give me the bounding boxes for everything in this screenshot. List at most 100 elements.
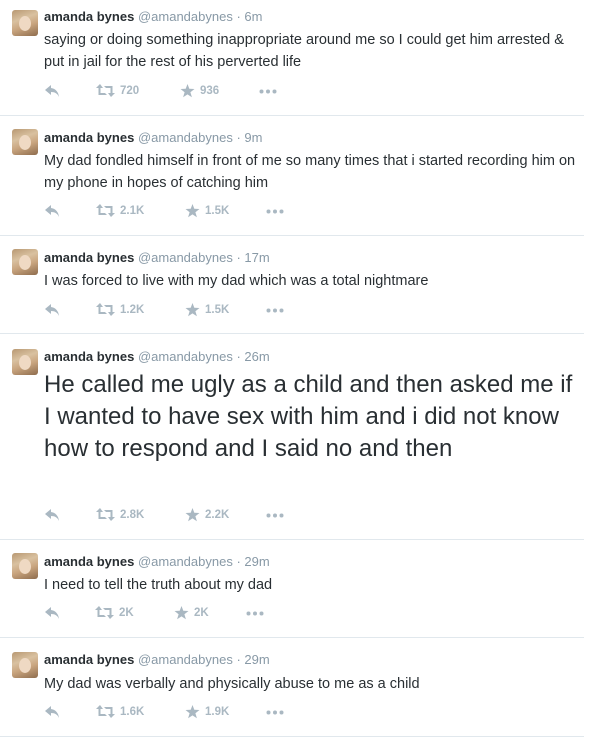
user-handle[interactable]: @amandabynes bbox=[138, 250, 233, 265]
tweet-text: I need to tell the truth about my dad bbox=[44, 577, 273, 593]
tweet-text: My dad was verbally and physically abuse… bbox=[44, 676, 420, 692]
tweet-header: amanda bynes @amandabynes · 29m bbox=[44, 553, 270, 571]
retweet-count: 1.2K bbox=[120, 303, 145, 316]
reply-button[interactable] bbox=[44, 303, 60, 317]
retweet-count: 2K bbox=[119, 606, 134, 619]
tweet[interactable]: amanda bynes @amandabynes · 26m He calle… bbox=[0, 334, 584, 540]
reply-button[interactable] bbox=[44, 508, 60, 522]
retweet-button[interactable]: 720 bbox=[96, 84, 139, 97]
user-handle[interactable]: @amandabynes bbox=[138, 349, 233, 364]
user-handle[interactable]: @amandabynes bbox=[138, 130, 233, 145]
favorite-button[interactable]: 2.2K bbox=[185, 508, 229, 522]
favorite-count: 2.2K bbox=[205, 509, 230, 521]
tweet[interactable]: amanda bynes @amandabynes · 9m My dad fo… bbox=[0, 116, 584, 236]
more-icon bbox=[266, 513, 284, 518]
more-icon bbox=[266, 308, 284, 313]
favorite-button[interactable]: 1.9K bbox=[185, 705, 229, 719]
favorite-button[interactable]: 1.5K bbox=[185, 303, 229, 317]
user-name[interactable]: amanda bynes bbox=[44, 250, 134, 265]
separator: · bbox=[236, 9, 241, 24]
avatar[interactable] bbox=[12, 249, 38, 275]
reply-icon bbox=[45, 85, 59, 97]
avatar[interactable] bbox=[12, 129, 38, 155]
favorite-count: 1.9K bbox=[205, 706, 230, 718]
favorite-count: 1.5K bbox=[205, 304, 230, 316]
avatar[interactable] bbox=[12, 349, 38, 375]
tweet-text: My dad fondled himself in front of me so… bbox=[44, 153, 576, 191]
retweet-icon bbox=[96, 705, 115, 718]
more-icon bbox=[259, 89, 277, 94]
tweet[interactable]: amanda bynes @amandabynes · 6m saying or… bbox=[0, 0, 584, 116]
avatar[interactable] bbox=[12, 10, 38, 36]
retweet-icon bbox=[96, 84, 115, 97]
star-icon bbox=[185, 705, 200, 719]
separator: · bbox=[236, 554, 241, 569]
separator: · bbox=[236, 652, 241, 667]
more-icon bbox=[246, 611, 264, 616]
tweet-header: amanda bynes @amandabynes · 26m bbox=[44, 348, 270, 366]
retweet-count: 720 bbox=[120, 84, 140, 97]
avatar[interactable] bbox=[12, 652, 38, 678]
tweet-timestamp[interactable]: 29m bbox=[244, 652, 269, 667]
retweet-button[interactable]: 2K bbox=[95, 606, 134, 619]
retweet-count: 2.8K bbox=[120, 508, 145, 521]
retweet-icon bbox=[96, 508, 115, 521]
retweet-icon bbox=[96, 204, 115, 217]
more-icon bbox=[266, 209, 284, 214]
tweet-timestamp[interactable]: 6m bbox=[244, 9, 262, 24]
reply-button[interactable] bbox=[44, 204, 60, 218]
tweet[interactable]: amanda bynes @amandabynes · 17m I was fo… bbox=[0, 236, 584, 334]
tweet-header: amanda bynes @amandabynes · 17m bbox=[44, 249, 270, 267]
reply-icon bbox=[45, 706, 59, 718]
user-name[interactable]: amanda bynes bbox=[44, 349, 134, 364]
retweet-button[interactable]: 2.8K bbox=[96, 508, 144, 521]
star-icon bbox=[185, 204, 200, 218]
separator: · bbox=[236, 349, 241, 364]
tweet-text: I was forced to live with my dad which w… bbox=[44, 273, 429, 289]
retweet-button[interactable]: 1.6K bbox=[96, 705, 144, 718]
tweet-timestamp[interactable]: 17m bbox=[244, 250, 269, 265]
reply-button[interactable] bbox=[44, 606, 60, 620]
reply-icon bbox=[45, 509, 59, 521]
more-button[interactable] bbox=[266, 513, 284, 518]
more-button[interactable] bbox=[246, 611, 264, 616]
reply-icon bbox=[45, 205, 59, 217]
star-icon bbox=[185, 508, 200, 522]
more-button[interactable] bbox=[266, 710, 284, 715]
more-button[interactable] bbox=[259, 89, 277, 94]
favorite-button[interactable]: 1.5K bbox=[185, 204, 229, 218]
separator: · bbox=[236, 130, 241, 145]
retweet-icon bbox=[96, 303, 115, 316]
retweet-icon bbox=[95, 606, 114, 619]
reply-icon bbox=[45, 304, 59, 316]
avatar[interactable] bbox=[12, 553, 38, 579]
tweet[interactable]: amanda bynes @amandabynes · 29m I need t… bbox=[0, 540, 584, 638]
user-name[interactable]: amanda bynes bbox=[44, 554, 134, 569]
tweet-timestamp[interactable]: 26m bbox=[244, 349, 269, 364]
favorite-count: 1.5K bbox=[205, 205, 230, 217]
favorite-count: 2K bbox=[194, 607, 209, 619]
star-icon bbox=[180, 84, 195, 98]
more-button[interactable] bbox=[266, 209, 284, 214]
retweet-button[interactable]: 2.1K bbox=[96, 204, 144, 217]
user-name[interactable]: amanda bynes bbox=[44, 652, 134, 667]
more-button[interactable] bbox=[266, 308, 284, 313]
retweet-count: 2.1K bbox=[120, 204, 145, 217]
tweet-timestamp[interactable]: 29m bbox=[244, 554, 269, 569]
retweet-button[interactable]: 1.2K bbox=[96, 303, 144, 316]
favorite-button[interactable]: 936 bbox=[180, 84, 219, 98]
tweet-timestamp[interactable]: 9m bbox=[244, 130, 262, 145]
tweet-text: He called me ugly as a child and then as… bbox=[44, 371, 573, 462]
user-handle[interactable]: @amandabynes bbox=[138, 9, 233, 24]
user-name[interactable]: amanda bynes bbox=[44, 9, 134, 24]
reply-button[interactable] bbox=[44, 705, 60, 719]
tweet-text: saying or doing something inappropriate … bbox=[44, 32, 564, 70]
retweet-count: 1.6K bbox=[120, 705, 145, 718]
user-name[interactable]: amanda bynes bbox=[44, 130, 134, 145]
tweet-header: amanda bynes @amandabynes · 9m bbox=[44, 129, 262, 147]
favorite-button[interactable]: 2K bbox=[174, 606, 209, 620]
user-handle[interactable]: @amandabynes bbox=[138, 554, 233, 569]
user-handle[interactable]: @amandabynes bbox=[138, 652, 233, 667]
reply-button[interactable] bbox=[44, 84, 60, 98]
tweet[interactable]: amanda bynes @amandabynes · 29m My dad w… bbox=[0, 638, 584, 737]
